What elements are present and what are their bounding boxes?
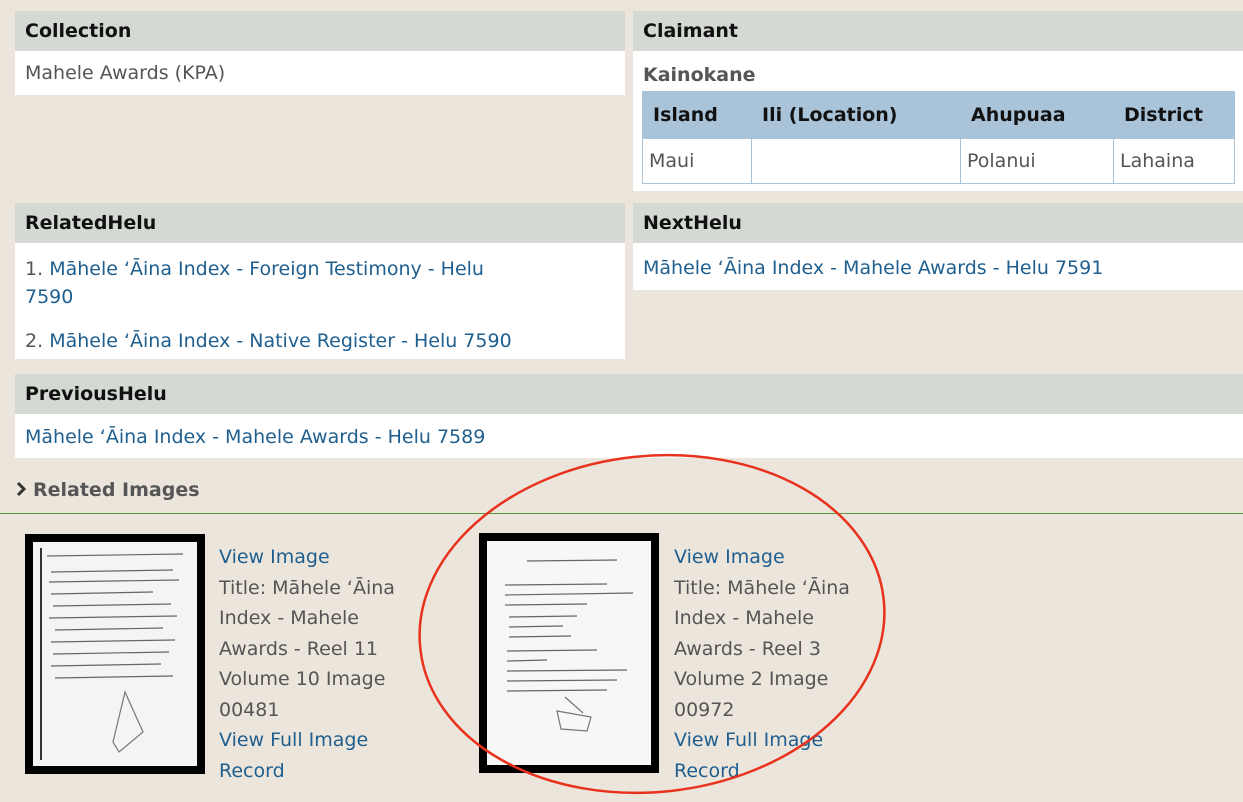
image-title-line: 00481 [219,698,280,721]
claimant-name: Kainokane [643,64,756,86]
related-helu-link-native-register[interactable]: Māhele ʻĀina Index - Native Register - H… [49,330,511,352]
next-helu-link[interactable]: Māhele ʻĀina Index - Mahele Awards - Hel… [643,257,1103,279]
image-title-line: 00972 [674,698,735,721]
image-title-line: Volume 2 Image [674,668,829,690]
list-item: 2. Māhele ʻĀina Index - Native Register … [25,327,615,355]
cell-ili [751,138,961,184]
previous-helu-panel: Māhele ʻĀina Index - Mahele Awards - Hel… [15,414,1243,458]
list-item-number: 2. [25,330,44,352]
claimant-heading: Claimant [633,11,1243,51]
related-helu-link-foreign-testimony[interactable]: Māhele ʻĀina Index - Foreign Testimony -… [25,258,484,308]
table-header-district: District [1113,91,1235,139]
table-header-ili: Ili (Location) [751,91,961,139]
image-title-line: Index - Mahele [219,607,359,629]
collection-heading: Collection [15,11,625,51]
claimant-panel: Kainokane Island Ili (Location) Ahupuaa … [633,51,1243,191]
section-divider [0,513,1243,514]
next-helu-heading: NextHelu [633,203,1243,243]
image-title-line: Title: Māhele ʻĀina [219,576,395,599]
image-thumbnail[interactable] [479,533,659,773]
image-info: View Image Title: Māhele ʻĀina Index - M… [219,542,395,786]
view-image-link[interactable]: View Image [219,542,395,573]
cell-district: Lahaina [1113,138,1235,184]
related-images-toggle[interactable]: Related Images [15,479,200,501]
image-title-line: Index - Mahele [674,607,814,629]
image-title-line: Volume 10 Image [219,668,386,690]
list-item: 1. Māhele ʻĀina Index - Foreign Testimon… [25,255,585,311]
document-thumbnail-icon [487,541,651,765]
view-image-link[interactable]: View Image [674,542,850,573]
related-helu-heading: RelatedHelu [15,203,625,243]
previous-helu-heading: PreviousHelu [15,374,1243,414]
image-title-line: Awards - Reel 11 [219,637,379,660]
list-item-number: 1. [25,258,44,280]
chevron-right-icon [16,481,27,497]
location-table: Island Ili (Location) Ahupuaa District M… [642,91,1235,184]
related-images-heading: Related Images [33,479,200,501]
table-header-ahupuaa: Ahupuaa [960,91,1114,139]
view-full-image-record-link[interactable]: View Full Image Record [674,725,850,786]
image-title-line: Awards - Reel 3 [674,637,821,660]
next-helu-panel: Māhele ʻĀina Index - Mahele Awards - Hel… [633,243,1243,290]
image-thumbnail[interactable] [25,534,205,774]
collection-value: Mahele Awards (KPA) [15,51,625,95]
view-full-image-record-link[interactable]: View Full Image Record [219,725,395,786]
cell-island: Maui [642,138,752,184]
image-info: View Image Title: Māhele ʻĀina Index - M… [674,542,850,786]
document-thumbnail-icon [33,542,197,766]
image-title-line: Title: Māhele ʻĀina [674,576,850,599]
previous-helu-link[interactable]: Māhele ʻĀina Index - Mahele Awards - Hel… [25,426,485,448]
table-header-island: Island [642,91,752,139]
table-row: Maui Polanui Lahaina [642,138,1235,184]
related-helu-list: 1. Māhele ʻĀina Index - Foreign Testimon… [15,243,625,359]
cell-ahupuaa: Polanui [960,138,1114,184]
